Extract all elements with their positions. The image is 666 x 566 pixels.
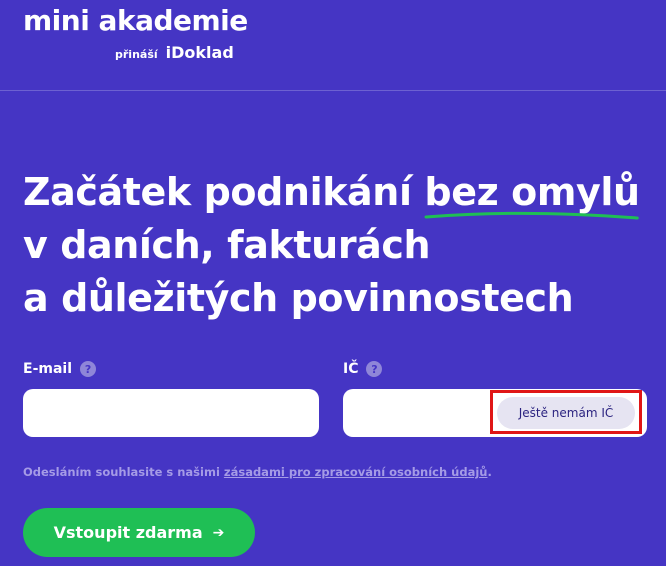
brand-logo[interactable]: iDoklad bbox=[166, 43, 234, 62]
ic-label: IČ ? bbox=[343, 361, 383, 377]
consent-suffix: . bbox=[487, 465, 492, 479]
ic-label-text: IČ bbox=[343, 361, 359, 377]
submit-label: Vstoupit zdarma bbox=[53, 523, 203, 542]
title-line-3: a důležitých povinnostech bbox=[23, 276, 574, 320]
green-underline-icon bbox=[424, 211, 640, 220]
logo-tagline: přináší bbox=[115, 48, 158, 61]
title-line-2: v daních, fakturách bbox=[23, 223, 431, 267]
no-ic-button[interactable]: Ještě nemám IČ bbox=[497, 397, 635, 429]
title-highlight-text: bez omylů bbox=[424, 170, 640, 214]
email-label-text: E-mail bbox=[23, 361, 73, 377]
title-line-1: Začátek podnikání bez omylů bbox=[23, 170, 640, 220]
consent-text: Odesláním souhlasite s našimi zásadami p… bbox=[23, 465, 643, 479]
email-label: E-mail ? bbox=[23, 361, 97, 377]
email-input[interactable] bbox=[23, 389, 319, 437]
arrow-right-icon: ➔ bbox=[212, 524, 225, 541]
logo-subline: přináší iDoklad bbox=[115, 43, 234, 62]
site-header: mini akademie přináší iDoklad bbox=[0, 0, 666, 91]
consent-prefix: Odesláním souhlasite s našimi bbox=[23, 465, 224, 479]
submit-button[interactable]: Vstoupit zdarma ➔ bbox=[23, 508, 255, 557]
title-line-1-start: Začátek podnikání bbox=[23, 170, 425, 214]
privacy-policy-link[interactable]: zásadami pro zpracování osobních údajů bbox=[224, 465, 488, 479]
logo-text[interactable]: mini akademie bbox=[23, 4, 248, 37]
email-help-question-icon[interactable]: ? bbox=[80, 361, 97, 377]
page-title: Začátek podnikání bez omylů v daních, fa… bbox=[23, 166, 653, 325]
ic-help-question-icon[interactable]: ? bbox=[366, 361, 383, 377]
title-highlight: bez omylů bbox=[424, 166, 640, 220]
